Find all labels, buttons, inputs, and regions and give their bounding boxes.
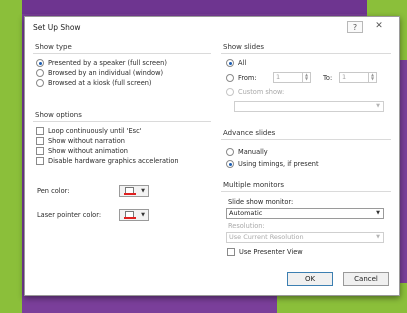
radio-indicator[interactable] [36,59,44,67]
set-up-show-dialog: Set Up Show ? ✕ Show type Presented by a… [24,16,400,296]
close-button[interactable]: ✕ [371,21,387,33]
radio-indicator[interactable] [36,69,44,77]
help-button[interactable]: ? [347,21,363,33]
checkbox-without-narration[interactable]: Show without narration [33,136,211,146]
radio-indicator[interactable] [36,79,44,87]
close-icon: ✕ [375,21,383,31]
checkbox-indicator[interactable] [227,248,235,256]
radio-browsed-kiosk[interactable]: Browsed at a kiosk (full screen) [33,78,211,88]
pen-color-swatch [124,193,136,195]
checkbox-indicator[interactable] [36,157,44,165]
ok-button[interactable]: OK [287,272,333,286]
checkbox-indicator[interactable] [36,127,44,135]
radio-presented-by-speaker[interactable]: Presented by a speaker (full screen) [33,58,211,68]
radio-indicator[interactable] [226,160,234,168]
spinner-arrows-icon[interactable]: ▲ ▼ [368,73,376,82]
laser-color-swatch [124,217,136,219]
checkbox-presenter-view[interactable]: Use Presenter View [224,247,303,257]
to-slide-input[interactable]: 1 ▲ ▼ [339,72,377,83]
dialog-titlebar: Set Up Show ? ✕ [25,17,399,37]
background-green-left [0,0,22,313]
advance-slides-title: Advance slides [221,129,391,140]
show-type-group: Show type Presented by a speaker (full s… [33,43,211,88]
multiple-monitors-title: Multiple monitors [221,181,391,192]
radio-indicator[interactable] [226,59,234,67]
radio-from-slides[interactable]: From: [223,73,257,83]
dialog-title: Set Up Show [33,23,81,32]
chevron-down-icon: ▼ [376,210,380,216]
show-type-title: Show type [33,43,211,54]
checkbox-indicator[interactable] [36,137,44,145]
pen-color-picker[interactable]: ▼ [119,185,149,197]
multiple-monitors-group: Multiple monitors [221,181,391,196]
show-slides-title: Show slides [221,43,391,54]
cancel-button[interactable]: Cancel [343,272,389,286]
laser-color-label: Laser pointer color: [37,211,102,219]
radio-custom-show[interactable]: Custom show: [223,87,284,97]
advance-slides-group: Advance slides [221,129,391,144]
slide-show-monitor-select[interactable]: Automatic ▼ [226,208,384,219]
checkbox-loop-continuously[interactable]: Loop continuously until 'Esc' [33,126,211,136]
from-slide-input[interactable]: 1 ▲ ▼ [273,72,311,83]
radio-indicator[interactable] [226,88,234,96]
show-options-group: Show options Loop continuously until 'Es… [33,111,211,166]
radio-indicator[interactable] [226,74,234,82]
help-icon: ? [352,23,358,32]
laser-color-picker[interactable]: ▼ [119,209,149,221]
chevron-down-icon: ▼ [141,212,145,218]
chevron-down-icon: ▼ [141,188,145,194]
custom-show-select[interactable]: ▼ [234,101,384,112]
background-purple-top [22,0,367,14]
pen-color-label: Pen color: [37,187,70,195]
radio-indicator[interactable] [226,148,234,156]
chevron-down-icon: ▼ [376,234,380,240]
show-slides-group: Show slides [221,43,391,58]
spinner-arrows-icon[interactable]: ▲ ▼ [302,73,310,82]
checkbox-without-animation[interactable]: Show without animation [33,146,211,156]
radio-all-slides[interactable]: All [223,58,246,68]
slide-show-monitor-label: Slide show monitor: [228,198,294,206]
show-options-title: Show options [33,111,211,122]
radio-manually[interactable]: Manually [223,147,268,157]
radio-browsed-individual[interactable]: Browsed by an individual (window) [33,68,211,78]
resolution-select[interactable]: Use Current Resolution ▼ [226,232,384,243]
checkbox-disable-hw-acceleration[interactable]: Disable hardware graphics acceleration [33,156,211,166]
radio-using-timings[interactable]: Using timings, if present [223,159,319,169]
checkbox-indicator[interactable] [36,147,44,155]
chevron-down-icon: ▼ [376,103,380,109]
resolution-label: Resolution: [228,222,265,230]
to-label: To: [323,74,333,82]
